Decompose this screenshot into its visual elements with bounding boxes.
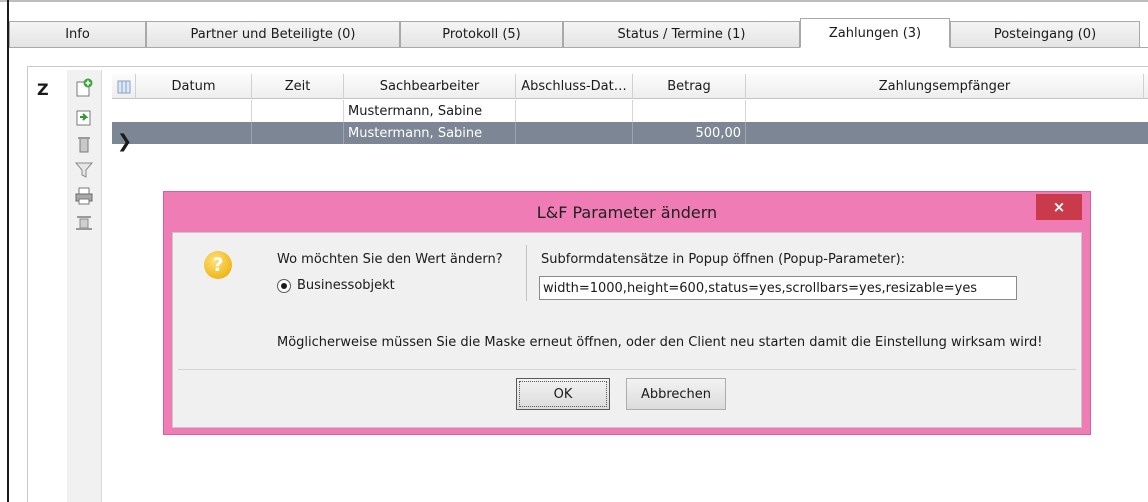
export-icon[interactable] <box>74 212 94 232</box>
column-chooser-icon[interactable] <box>112 74 136 99</box>
cell-zeit <box>252 100 344 122</box>
print-icon[interactable] <box>74 186 94 206</box>
current-row-indicator: ❯ <box>117 131 133 152</box>
field-label: Subformdatensätze in Popup öffnen (Popup… <box>541 252 906 267</box>
window-left-border <box>7 0 9 502</box>
cancel-button[interactable]: Abbrechen <box>626 378 726 410</box>
popup-parameter-input[interactable] <box>539 276 1017 300</box>
tab-bar: Info Partner und Beteiligte (0) Protokol… <box>9 18 1148 48</box>
cell-sachbearbeiter: Mustermann, Sabine <box>344 122 516 144</box>
add-record-icon[interactable] <box>74 78 94 98</box>
tab-protokoll[interactable]: Protokoll (5) <box>400 21 563 48</box>
radio-button-icon[interactable] <box>277 278 291 293</box>
table-row[interactable]: Mustermann, Sabine <box>112 100 1148 122</box>
cell-abschluss-datum <box>516 122 633 144</box>
column-header-datum[interactable]: Datum <box>136 74 252 99</box>
panel-marker: Z <box>37 80 49 99</box>
location-question: Wo möchten Sie den Wert ändern? <box>277 252 503 267</box>
tab-status-termine[interactable]: Status / Termine (1) <box>563 21 800 48</box>
cell-zahlungsempfaenger <box>746 100 1148 122</box>
record-toolbar <box>67 70 102 502</box>
question-icon: ? <box>204 251 232 279</box>
delete-icon[interactable] <box>74 134 94 154</box>
button-divider <box>178 369 1076 370</box>
column-header-zahlungsempfaenger[interactable]: Zahlungsempfänger <box>746 74 1144 99</box>
vertical-divider <box>526 245 527 301</box>
cell-zahlungsempfaenger <box>746 122 1148 144</box>
tab-zahlungen[interactable]: Zahlungen (3) <box>800 18 950 48</box>
radio-businessobjekt[interactable]: Businessobjekt <box>277 278 395 293</box>
column-header-zeit[interactable]: Zeit <box>252 74 344 99</box>
grid-header: Datum Zeit Sachbearbeiter Abschluss-Dat…… <box>112 74 1148 99</box>
dialog-body: ? Wo möchten Sie den Wert ändern? Busine… <box>172 232 1082 428</box>
column-header-abschluss-datum[interactable]: Abschluss-Dat… <box>516 74 633 99</box>
parameter-dialog: L&F Parameter ändern × ? Wo möchten Sie … <box>163 191 1091 435</box>
tab-posteingang[interactable]: Posteingang (0) <box>950 21 1140 48</box>
radio-label: Businessobjekt <box>297 278 395 293</box>
filter-icon[interactable] <box>74 160 94 180</box>
cell-datum <box>136 122 252 144</box>
column-header-betrag[interactable]: Betrag <box>633 74 746 99</box>
ok-button[interactable]: OK <box>516 378 610 410</box>
dialog-title: L&F Parameter ändern <box>536 202 718 222</box>
cell-betrag <box>633 100 746 122</box>
tab-info[interactable]: Info <box>9 21 146 48</box>
cell-betrag: 500,00 <box>633 122 746 144</box>
column-header-sachbearbeiter[interactable]: Sachbearbeiter <box>344 74 516 99</box>
cell-zeit <box>252 122 344 144</box>
table-row-selected[interactable]: Mustermann, Sabine 500,00 <box>112 122 1148 144</box>
cell-abschluss-datum <box>516 100 633 122</box>
cell-datum <box>136 100 252 122</box>
window-top-border <box>0 0 1148 2</box>
tab-bar-divider <box>9 47 1148 48</box>
cell-sachbearbeiter: Mustermann, Sabine <box>344 100 516 122</box>
edit-record-icon[interactable] <box>74 108 94 128</box>
close-button[interactable]: × <box>1036 194 1082 220</box>
restart-notice: Möglicherweise müssen Sie die Maske erne… <box>277 335 1043 350</box>
tab-partner[interactable]: Partner und Beteiligte (0) <box>146 21 400 48</box>
